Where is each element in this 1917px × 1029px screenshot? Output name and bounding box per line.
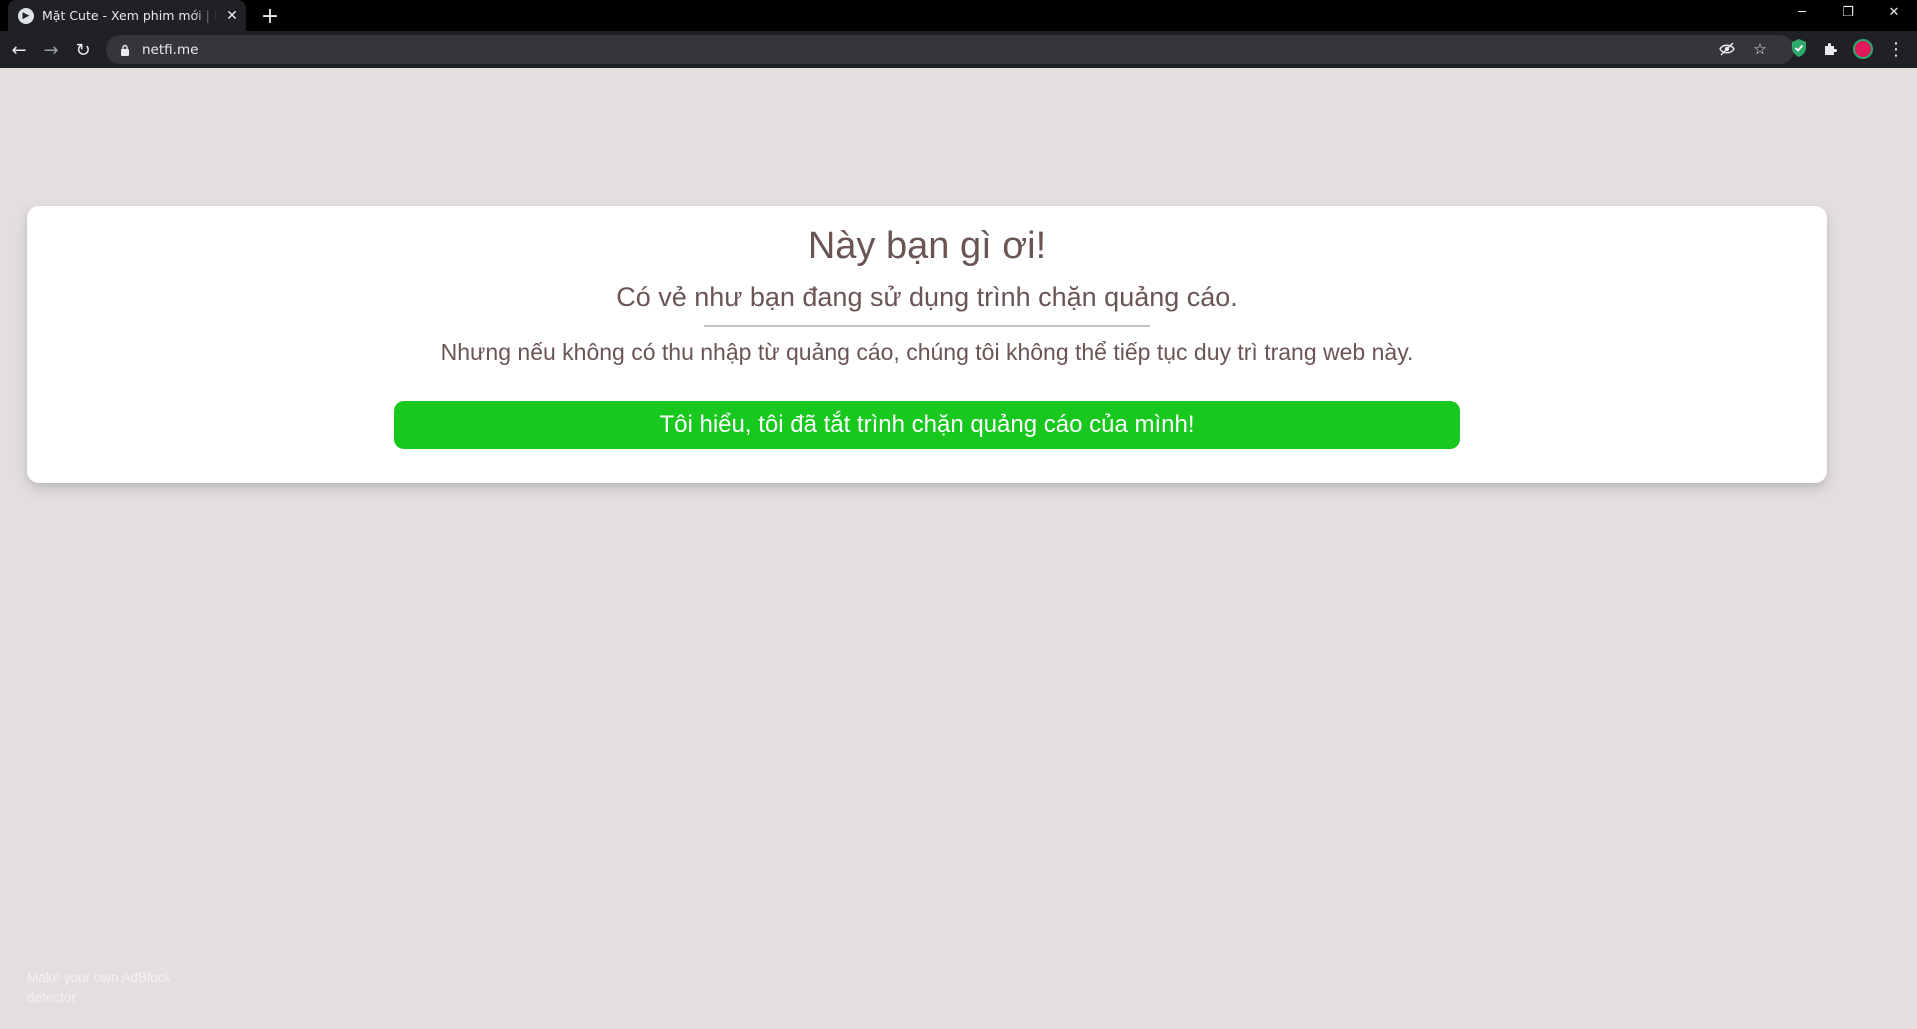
address-bar[interactable]: netfi.me [106, 35, 1794, 64]
back-button[interactable]: ← [5, 36, 33, 64]
make-your-own-detector-link[interactable]: Make your own AdBlock detector [27, 968, 217, 1008]
url-text[interactable]: netfi.me [142, 42, 198, 58]
reload-button[interactable]: ↻ [69, 36, 97, 64]
play-circle-icon: ▶ [18, 7, 34, 24]
browser-menu-icon[interactable]: ⋮ [1885, 36, 1907, 62]
restore-button[interactable]: ❐ [1825, 0, 1871, 24]
browser-tab-active[interactable]: ▶ Mặt Cute - Xem phim mới | Phim ✕ [8, 0, 246, 31]
adblock-detected-subtitle: Có vẻ như bạn đang sử dụng trình chặn qu… [616, 282, 1238, 312]
eye-off-icon[interactable] [1715, 37, 1739, 61]
browser-tab-strip: ▶ Mặt Cute - Xem phim mới | Phim ✕ + ─ ❐… [0, 0, 1917, 31]
lock-icon[interactable] [118, 43, 132, 57]
new-tab-button[interactable]: + [258, 4, 282, 29]
tab-title: Mặt Cute - Xem phim mới | Phim [42, 8, 218, 23]
page-title: Này bạn gì ơi! [807, 225, 1047, 267]
close-tab-icon[interactable]: ✕ [224, 8, 240, 24]
profile-avatar[interactable] [1853, 39, 1873, 59]
divider [704, 325, 1150, 327]
minimize-button[interactable]: ─ [1779, 0, 1825, 24]
adblock-warning-card: Này bạn gì ơi! Có vẻ như bạn đang sử dụn… [27, 206, 1827, 483]
browser-toolbar: ← → ↻ netfi.me ☆ [0, 31, 1917, 68]
adblock-explanation-text: Nhưng nếu không có thu nhập từ quảng cáo… [440, 339, 1414, 365]
close-window-button[interactable]: ✕ [1871, 0, 1917, 24]
forward-button[interactable]: → [37, 36, 65, 64]
star-icon[interactable]: ☆ [1748, 37, 1772, 61]
puzzle-extensions-icon[interactable] [1820, 38, 1842, 60]
shield-extension-icon[interactable] [1790, 38, 1808, 58]
disable-adblock-confirm-button[interactable]: Tôi hiểu, tôi đã tắt trình chặn quảng cá… [394, 401, 1460, 449]
